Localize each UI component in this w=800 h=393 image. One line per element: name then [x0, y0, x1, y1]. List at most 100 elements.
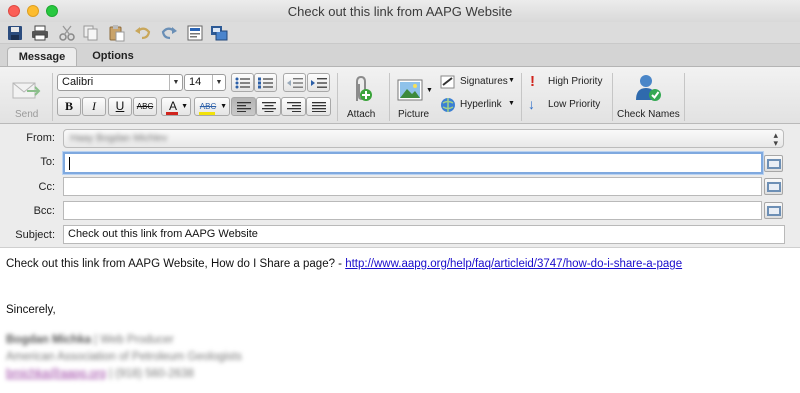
bcc-address-book-button[interactable]: [764, 202, 783, 219]
justify-button[interactable]: [306, 97, 331, 116]
justify-icon: [312, 102, 326, 112]
font-size-combo[interactable]: 14 ▼: [184, 74, 226, 91]
font-name-value: Calibri: [62, 76, 94, 88]
signature-phone: | (918) 560-2638: [105, 368, 194, 380]
closing-text: Sincerely,: [6, 304, 56, 316]
bcc-field[interactable]: [63, 201, 762, 220]
send-icon: [12, 82, 41, 99]
send-label: Send: [15, 109, 39, 120]
copy-icon[interactable]: [82, 24, 100, 42]
form-icon[interactable]: [186, 24, 204, 42]
align-right-button[interactable]: [281, 97, 306, 116]
cc-field[interactable]: [63, 177, 762, 196]
strikethrough-label: ABC: [136, 102, 154, 111]
align-center-button[interactable]: [256, 97, 281, 116]
subject-field[interactable]: Check out this link from AAPG Website: [63, 225, 785, 244]
signature-line-3: bmichka@aapg.org | (918) 560-2638: [6, 368, 194, 380]
chevron-down-icon: ▼: [426, 87, 433, 94]
chevron-down-icon: ▼: [508, 77, 515, 84]
from-select[interactable]: Haay Bogdan Michlev ▴ ▾: [63, 129, 784, 148]
tab-options[interactable]: Options: [80, 47, 146, 66]
align-center-icon: [262, 102, 276, 112]
globe-link-icon: [441, 98, 455, 112]
align-left-icon: [237, 102, 251, 112]
align-left-button[interactable]: [231, 97, 256, 116]
quick-access-toolbar: [0, 22, 800, 44]
redo-icon[interactable]: [160, 24, 178, 42]
tab-message[interactable]: Message: [7, 47, 77, 66]
attach-label: Attach: [347, 109, 376, 120]
numbered-list-icon: [258, 77, 273, 89]
exclamation-icon: !: [530, 73, 535, 90]
high-priority-button[interactable]: ! High Priority: [528, 73, 608, 92]
picture-label: Picture: [398, 109, 430, 120]
hyperlink-label: Hyperlink: [460, 99, 502, 110]
high-priority-label: High Priority: [548, 76, 603, 87]
cc-label: Cc:: [38, 181, 56, 193]
ribbon-divider: [612, 73, 613, 121]
save-icon[interactable]: [6, 24, 24, 42]
font-size-value: 14: [189, 76, 202, 88]
share-icon[interactable]: [210, 24, 228, 42]
align-right-icon: [287, 102, 301, 112]
undo-icon[interactable]: [134, 24, 152, 42]
check-names-button[interactable]: Check Names: [615, 71, 681, 123]
strikethrough-button[interactable]: ABC: [133, 97, 157, 116]
ribbon-divider: [52, 73, 53, 121]
chevron-down-icon: ▼: [169, 75, 182, 90]
print-icon[interactable]: [31, 24, 49, 42]
title-bar: Check out this link from AAPG Website: [0, 0, 800, 22]
body-link[interactable]: http://www.aapg.org/help/faq/articleid/3…: [345, 258, 682, 270]
picture-button[interactable]: ▼ Picture: [394, 71, 436, 123]
bcc-label: Bcc:: [33, 205, 55, 217]
signature-email[interactable]: bmichka@aapg.org: [6, 368, 106, 380]
font-color-swatch: [166, 112, 178, 115]
bold-button[interactable]: B: [57, 97, 81, 116]
send-button[interactable]: Send: [6, 71, 46, 123]
cut-icon[interactable]: [58, 24, 76, 42]
font-name-combo[interactable]: Calibri ▼: [57, 74, 183, 91]
check-names-label: Check Names: [617, 109, 680, 120]
bullet-list-icon: [235, 77, 250, 89]
message-body[interactable]: Check out this link from AAPG Website, H…: [0, 249, 800, 393]
ribbon-divider: [521, 73, 522, 121]
address-book-icon: [767, 206, 781, 216]
body-line-1: Check out this link from AAPG Website, H…: [6, 258, 682, 270]
cc-address-book-button[interactable]: [764, 178, 783, 195]
increase-indent-button[interactable]: [307, 73, 330, 92]
italic-button[interactable]: I: [82, 97, 106, 116]
attach-button[interactable]: Attach: [343, 71, 381, 123]
body-text: Check out this link from AAPG Website, H…: [6, 258, 346, 270]
bold-label: B: [64, 99, 73, 113]
to-field[interactable]: [63, 152, 763, 174]
paperclip-icon: [356, 75, 372, 101]
updown-icon: ▴ ▾: [773, 130, 778, 148]
subject-value: Check out this link from AAPG Website: [68, 228, 258, 240]
signature-line-1: Bogdan Michka | Web Producer: [6, 334, 174, 346]
paste-icon[interactable]: [108, 24, 126, 42]
decrease-indent-button[interactable]: [283, 73, 306, 92]
highlight-button[interactable]: ABC ▼: [194, 97, 230, 116]
text-cursor: [69, 157, 70, 170]
signature-role: Web Producer: [100, 334, 174, 346]
underline-button[interactable]: U: [108, 97, 132, 116]
signature-org: American Association of Petroleum Geolog…: [6, 351, 242, 363]
message-header: From: Haay Bogdan Michlev ▴ ▾ To: Cc: Bcc…: [0, 124, 800, 248]
numbering-button[interactable]: [254, 73, 277, 92]
signature-separator: |: [90, 334, 101, 346]
italic-label: I: [92, 99, 96, 113]
down-arrow-icon: ↓: [528, 96, 535, 112]
check-names-icon: [636, 75, 661, 101]
indent-icon: [311, 78, 327, 88]
chevron-down-icon: ▼: [508, 100, 515, 107]
low-priority-button[interactable]: ↓ Low Priority: [528, 96, 608, 115]
hyperlink-button[interactable]: Hyperlink ▼: [440, 97, 516, 115]
window-title: Check out this link from AAPG Website: [287, 4, 513, 19]
bullets-button[interactable]: [231, 73, 254, 92]
chevron-down-icon: ▼: [220, 103, 227, 110]
to-address-book-button[interactable]: [764, 155, 783, 172]
subject-label: Subject:: [15, 229, 55, 241]
outdent-icon: [287, 78, 303, 88]
signature-name: Bogdan Michka: [6, 334, 91, 346]
signatures-button[interactable]: Signatures ▼: [440, 74, 516, 92]
